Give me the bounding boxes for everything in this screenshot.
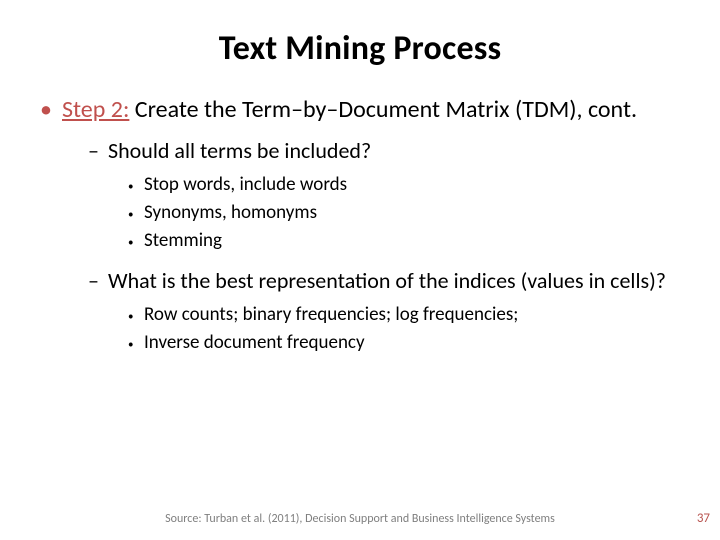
list-item: • Stemming — [128, 229, 680, 255]
question-1-sublist: • Stop words, include words • Synonyms, … — [40, 173, 680, 255]
dash-icon: – — [88, 137, 108, 165]
sub-item-text: Stop words, include words — [144, 173, 347, 199]
question-2-sublist: • Row counts; binary frequencies; log fr… — [40, 303, 680, 357]
question-1: – Should all terms be included? — [88, 137, 680, 165]
dot-icon: • — [128, 303, 144, 329]
list-item: • Row counts; binary frequencies; log fr… — [128, 303, 680, 329]
question-2-block: – What is the best representation of the… — [40, 267, 680, 295]
step-rest: Create the Term–by–Document Matrix (TDM)… — [129, 95, 637, 124]
list-item: • Inverse document frequency — [128, 331, 680, 357]
sub-item-text: Row counts; binary frequencies; log freq… — [144, 303, 518, 329]
dash-icon: – — [88, 267, 108, 295]
sub-item-text: Inverse document frequency — [144, 331, 365, 357]
dot-icon: • — [128, 173, 144, 199]
step-label: Step 2: — [62, 95, 129, 124]
bullet-l1-icon: • — [40, 95, 62, 125]
sub-item-text: Stemming — [144, 229, 222, 255]
sub-item-text: Synonyms, homonyms — [144, 201, 317, 227]
question-2-text: What is the best representation of the i… — [108, 267, 666, 295]
dot-icon: • — [128, 201, 144, 227]
source-citation: Source: Turban et al. (2011), Decision S… — [0, 512, 720, 526]
dot-icon: • — [128, 331, 144, 357]
question-2: – What is the best representation of the… — [88, 267, 680, 295]
question-1-block: – Should all terms be included? — [40, 137, 680, 165]
page-number: 37 — [697, 511, 710, 526]
step-line: • Step 2: Create the Term–by–Document Ma… — [40, 95, 680, 125]
dot-icon: • — [128, 229, 144, 255]
step-text: Step 2: Create the Term–by–Document Matr… — [62, 95, 637, 125]
slide-body: • Step 2: Create the Term–by–Document Ma… — [0, 69, 720, 357]
list-item: • Stop words, include words — [128, 173, 680, 199]
list-item: • Synonyms, homonyms — [128, 201, 680, 227]
question-1-text: Should all terms be included? — [108, 137, 371, 165]
slide-title: Text Mining Process — [0, 0, 720, 69]
